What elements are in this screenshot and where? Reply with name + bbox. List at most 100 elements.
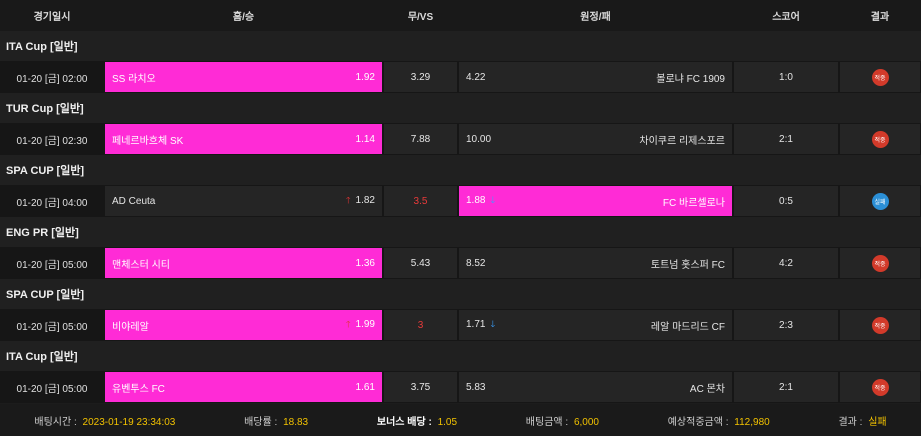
away-cell[interactable]: 1.71 🡓 레알 마드리드 CF: [458, 309, 733, 341]
away-team: AC 몬차: [689, 383, 725, 395]
match-row: 01-20 [금] 02:00 SS 라치오 1.92 3.29 4.22 볼로…: [0, 61, 921, 93]
league-row: TUR Cup [일반]: [0, 93, 921, 123]
away-odds: 10.00: [466, 133, 492, 145]
league-row: ENG PR [일반]: [0, 217, 921, 247]
away-team: 볼로냐 FC 1909: [656, 73, 725, 85]
home-cell[interactable]: 맨체스터 시티 1.36: [104, 247, 383, 279]
amount-label: 배팅금액 :: [525, 416, 569, 428]
expected-label: 예상적중금액 :: [667, 416, 729, 428]
draw-cell[interactable]: 7.88: [383, 123, 458, 155]
home-odds: 1.61: [355, 381, 375, 393]
result-cell: 실패: [839, 185, 921, 217]
draw-odds: 3: [417, 319, 424, 331]
odds-down-arrow-icon: 🡓: [490, 195, 496, 205]
result-badge: 적중: [871, 130, 889, 148]
score-cell: 2:1: [733, 371, 839, 403]
draw-cell[interactable]: 3.75: [383, 371, 458, 403]
home-cell[interactable]: 페네르바흐체 SK 1.14: [104, 123, 383, 155]
score-cell: 2:1: [733, 123, 839, 155]
draw-cell[interactable]: 3: [383, 309, 458, 341]
match-date: 01-20 [금] 02:00: [16, 73, 88, 85]
away-odds: 1.88: [466, 195, 486, 206]
home-odds: 1.82: [355, 195, 375, 206]
score: 1:0: [779, 71, 793, 83]
result-badge: 실패: [871, 192, 889, 210]
match-row: 01-20 [금] 05:00 맨체스터 시티 1.36 5.43 8.52 토…: [0, 247, 921, 279]
bonus-value: 1.05: [437, 416, 458, 428]
league-row: ITA Cup [일반]: [0, 341, 921, 371]
match-date: 01-20 [금] 05:00: [16, 321, 88, 333]
away-team: 레알 마드리드 CF: [650, 321, 725, 333]
expected-value: 112,980: [734, 416, 770, 428]
result-value: 실패: [868, 416, 887, 428]
expected-win: 예상적중금액 : 112,980: [668, 413, 770, 428]
home-cell[interactable]: 비야레알 🡑 1.99: [104, 309, 383, 341]
home-cell[interactable]: AD Ceuta 🡑 1.82: [104, 185, 383, 217]
result-cell: 적중: [839, 247, 921, 279]
header-score: 스코어: [772, 12, 800, 23]
home-team: 비야레알: [112, 321, 149, 333]
draw-cell[interactable]: 3.5: [383, 185, 458, 217]
odds-total: 배당률 : 18.83: [244, 413, 308, 428]
draw-cell[interactable]: 5.43: [383, 247, 458, 279]
draw-odds: 3.5: [413, 195, 428, 207]
score: 2:1: [779, 381, 793, 393]
score: 2:1: [779, 133, 793, 145]
away-team: FC 바르셀로나: [662, 197, 725, 209]
home-cell[interactable]: SS 라치오 1.92: [104, 61, 383, 93]
home-team: 페네르바흐체 SK: [112, 135, 184, 147]
bonus-odds: 보너스 배당 : 1.05: [377, 413, 457, 428]
header-away: 원정/패: [580, 12, 611, 23]
match-row: 01-20 [금] 05:00 비야레알 🡑 1.99 3 1.71 🡓 레알 마드…: [0, 309, 921, 341]
away-team: 차이쿠르 리제스포르: [639, 135, 725, 147]
bonus-label: 보너스 배당 :: [376, 416, 432, 428]
score-cell: 4:2: [733, 247, 839, 279]
away-odds: 8.52: [466, 257, 486, 269]
bet-amount: 배팅금액 : 6,000: [526, 413, 599, 428]
result-badge: 적중: [871, 254, 889, 272]
match-date: 01-20 [금] 04:00: [16, 197, 88, 209]
bet-time: 배팅시간 : 2023-01-19 23:34:03: [34, 413, 175, 428]
away-cell[interactable]: 8.52 토트넘 홋스퍼 FC: [458, 247, 733, 279]
odds-up-arrow-icon: 🡑: [345, 319, 351, 329]
odds-value: 18.83: [283, 416, 309, 428]
away-cell[interactable]: 5.83 AC 몬차: [458, 371, 733, 403]
amount-value: 6,000: [573, 416, 599, 428]
score: 0:5: [779, 195, 793, 207]
odds-label: 배당률 :: [244, 416, 278, 428]
draw-odds: 3.75: [410, 381, 431, 393]
bet-time-value: 2023-01-19 23:34:03: [82, 416, 176, 428]
away-cell[interactable]: 1.88 🡓 FC 바르셀로나: [458, 185, 733, 217]
result-cell: 적중: [839, 371, 921, 403]
result-cell: 적중: [839, 61, 921, 93]
match-row: 01-20 [금] 05:00 유벤투스 FC 1.61 3.75 5.83 A…: [0, 371, 921, 403]
away-cell[interactable]: 10.00 차이쿠르 리제스포르: [458, 123, 733, 155]
home-odds: 1.92: [355, 71, 375, 83]
result-badge: 적중: [871, 68, 889, 86]
score: 2:3: [779, 319, 793, 331]
draw-odds: 5.43: [410, 257, 431, 269]
bet-history-panel: 경기일시 홈/승 무/VS 원정/패 스코어 결과 ITA Cup [일반] 0…: [0, 0, 921, 436]
away-team: 토트넘 홋스퍼 FC: [650, 259, 725, 271]
draw-cell[interactable]: 3.29: [383, 61, 458, 93]
match-row: 01-20 [금] 04:00 AD Ceuta 🡑 1.82 3.5 1.88 🡓…: [0, 185, 921, 217]
result-badge: 적중: [871, 316, 889, 334]
match-date: 01-20 [금] 02:30: [16, 135, 88, 147]
header-date: 경기일시: [33, 12, 71, 23]
header-home: 홈/승: [232, 12, 255, 23]
home-team: 유벤투스 FC: [112, 383, 165, 395]
home-odds: 1.99: [355, 319, 375, 330]
away-odds: 5.83: [466, 381, 486, 393]
header-draw: 무/VS: [407, 12, 434, 23]
odds-up-arrow-icon: 🡑: [345, 195, 351, 205]
away-odds: 1.71: [466, 319, 486, 330]
away-cell[interactable]: 4.22 볼로냐 FC 1909: [458, 61, 733, 93]
table-header: 경기일시 홈/승 무/VS 원정/패 스코어 결과: [0, 0, 921, 31]
match-date: 01-20 [금] 05:00: [16, 259, 88, 271]
draw-odds: 7.88: [410, 133, 431, 145]
home-team: AD Ceuta: [112, 195, 156, 207]
league-row: ITA Cup [일반]: [0, 31, 921, 61]
score-cell: 2:3: [733, 309, 839, 341]
bet-result: 결과 : 실패: [838, 413, 886, 428]
home-cell[interactable]: 유벤투스 FC 1.61: [104, 371, 383, 403]
